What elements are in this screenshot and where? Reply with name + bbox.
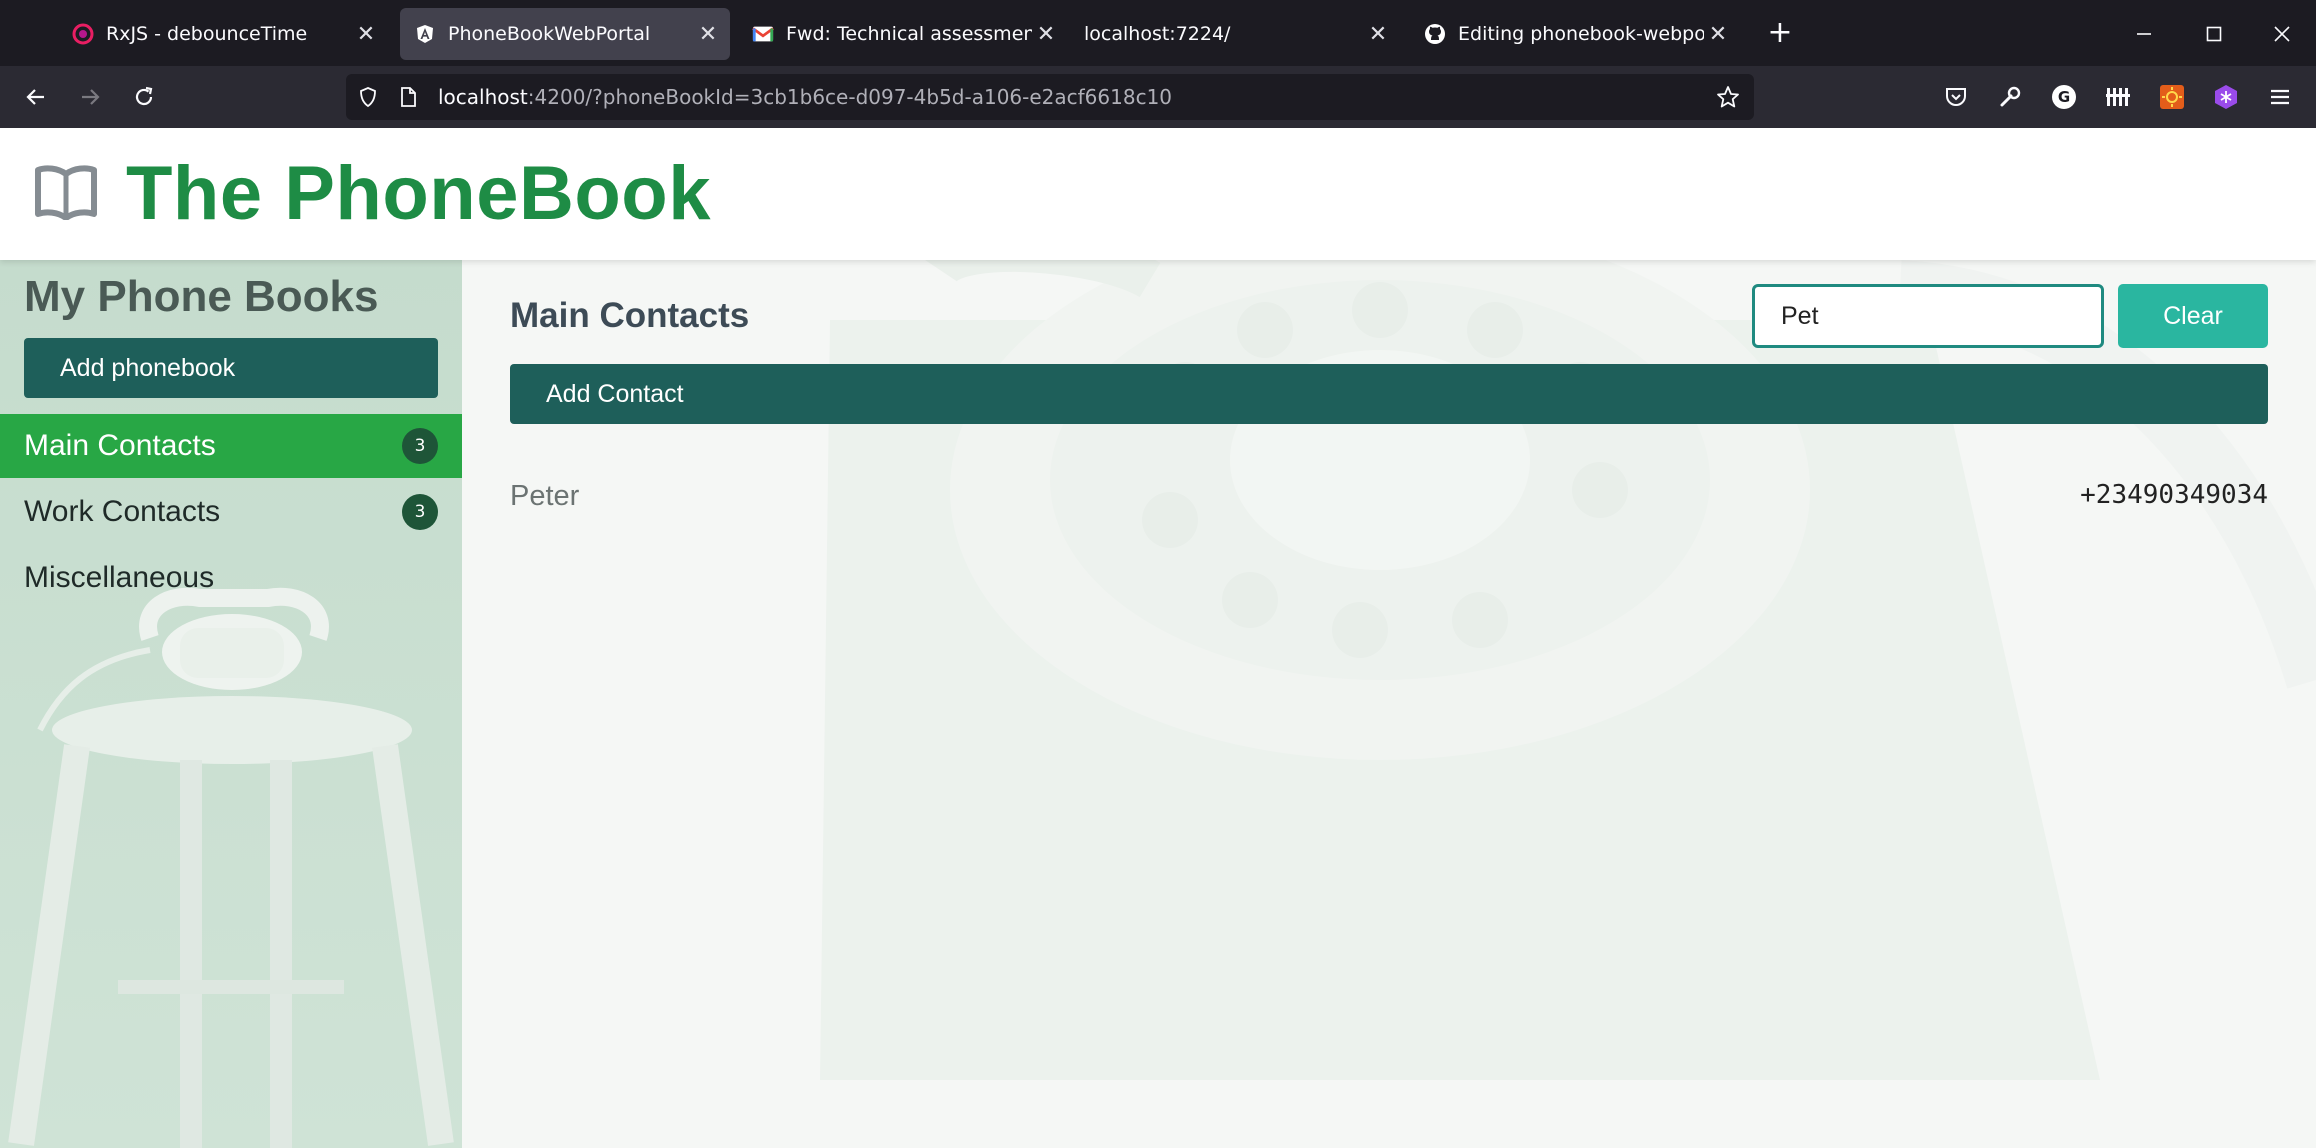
github-icon — [1424, 23, 1446, 45]
angular-icon — [414, 23, 436, 45]
sidebar-item-miscellaneous[interactable]: Miscellaneous — [0, 546, 462, 610]
browser-tab-gmail[interactable]: Fwd: Technical assessment Gera ✕ — [738, 8, 1068, 60]
contact-row[interactable]: Peter +23490349034 — [510, 470, 2268, 522]
web-page: The PhoneBook My Phone Books Add phonebo… — [0, 128, 2316, 1148]
app-header: The PhoneBook — [0, 128, 2316, 260]
pocket-icon[interactable] — [1940, 81, 1972, 113]
close-icon[interactable]: ✕ — [352, 22, 380, 47]
library-icon[interactable] — [2102, 81, 2134, 113]
contacts-panel: Main Contacts Clear Add Contact Peter +2… — [462, 260, 2316, 1148]
back-arrow-icon[interactable] — [16, 77, 56, 117]
close-icon[interactable]: ✕ — [1032, 22, 1060, 47]
svg-text:G: G — [2058, 88, 2070, 106]
browser-tab-github[interactable]: Editing phonebook-webportal/ ✕ — [1410, 8, 1740, 60]
sidebar-item-work-contacts[interactable]: Work Contacts 3 — [0, 480, 462, 544]
phonebook-title: Main Contacts — [510, 296, 750, 335]
count-badge: 3 — [402, 428, 438, 464]
sidebar-item-label: Miscellaneous — [24, 561, 215, 594]
sidebar-title: My Phone Books — [24, 272, 379, 321]
tab-title: PhoneBookWebPortal — [448, 23, 651, 45]
bookmark-star-icon[interactable] — [1716, 85, 1740, 109]
grammarly-icon[interactable]: G — [2048, 81, 2080, 113]
sidebar-item-label: Main Contacts — [24, 429, 216, 462]
browser-tab-rxjs[interactable]: RxJS - debounceTime ✕ — [58, 8, 388, 60]
wrench-icon[interactable] — [1994, 81, 2026, 113]
contact-name: Peter — [510, 480, 580, 512]
browser-tab-phonebook[interactable]: PhoneBookWebPortal ✕ — [400, 8, 730, 60]
sidebar-item-main-contacts[interactable]: Main Contacts 3 — [0, 414, 462, 478]
extension-hex-icon[interactable] — [2210, 81, 2242, 113]
app-title: The PhoneBook — [126, 151, 711, 236]
add-phonebook-button[interactable]: Add phonebook — [24, 338, 438, 398]
open-book-icon — [34, 164, 98, 224]
minimize-icon[interactable] — [2124, 14, 2164, 54]
browser-nav-bar: localhost:4200/?phoneBookId=3cb1b6ce-d09… — [0, 66, 2316, 128]
close-icon[interactable]: ✕ — [1704, 22, 1732, 47]
address-bar[interactable]: localhost:4200/?phoneBookId=3cb1b6ce-d09… — [346, 74, 1754, 120]
maximize-icon[interactable] — [2194, 14, 2234, 54]
reload-icon[interactable] — [124, 77, 164, 117]
close-window-icon[interactable] — [2262, 14, 2302, 54]
shield-icon[interactable] — [356, 85, 380, 109]
new-tab-button[interactable]: + — [1760, 14, 1800, 54]
gmail-icon — [752, 23, 774, 45]
count-badge: 3 — [402, 494, 438, 530]
tab-title: Editing phonebook-webportal/ — [1458, 23, 1704, 45]
extension-sun-icon[interactable] — [2156, 81, 2188, 113]
close-icon[interactable]: ✕ — [1364, 22, 1392, 47]
tab-title: Fwd: Technical assessment Gera — [786, 23, 1032, 45]
rxjs-icon — [72, 23, 94, 45]
page-icon[interactable] — [396, 85, 420, 109]
clear-button[interactable]: Clear — [2118, 284, 2268, 348]
tab-title: localhost:7224/ — [1084, 23, 1231, 45]
browser-tab-bar: RxJS - debounceTime ✕ PhoneBookWebPortal… — [0, 0, 2316, 66]
browser-tab-localhost[interactable]: localhost:7224/ ✕ — [1070, 8, 1400, 60]
url-text[interactable]: localhost:4200/?phoneBookId=3cb1b6ce-d09… — [438, 85, 1172, 109]
url-path: :4200/?phoneBookId=3cb1b6ce-d097-4b5d-a1… — [527, 85, 1173, 109]
tab-title: RxJS - debounceTime — [106, 23, 308, 45]
phonebook-sidebar: My Phone Books Add phonebook Main Contac… — [0, 260, 462, 1148]
forward-arrow-icon[interactable] — [70, 77, 110, 117]
url-host: localhost — [438, 85, 528, 109]
contact-phone: +23490349034 — [2080, 480, 2268, 510]
sidebar-item-label: Work Contacts — [24, 495, 221, 528]
close-icon[interactable]: ✕ — [694, 22, 722, 47]
menu-hamburger-icon[interactable] — [2264, 81, 2296, 113]
add-contact-button[interactable]: Add Contact — [510, 364, 2268, 424]
search-input[interactable] — [1752, 284, 2104, 348]
